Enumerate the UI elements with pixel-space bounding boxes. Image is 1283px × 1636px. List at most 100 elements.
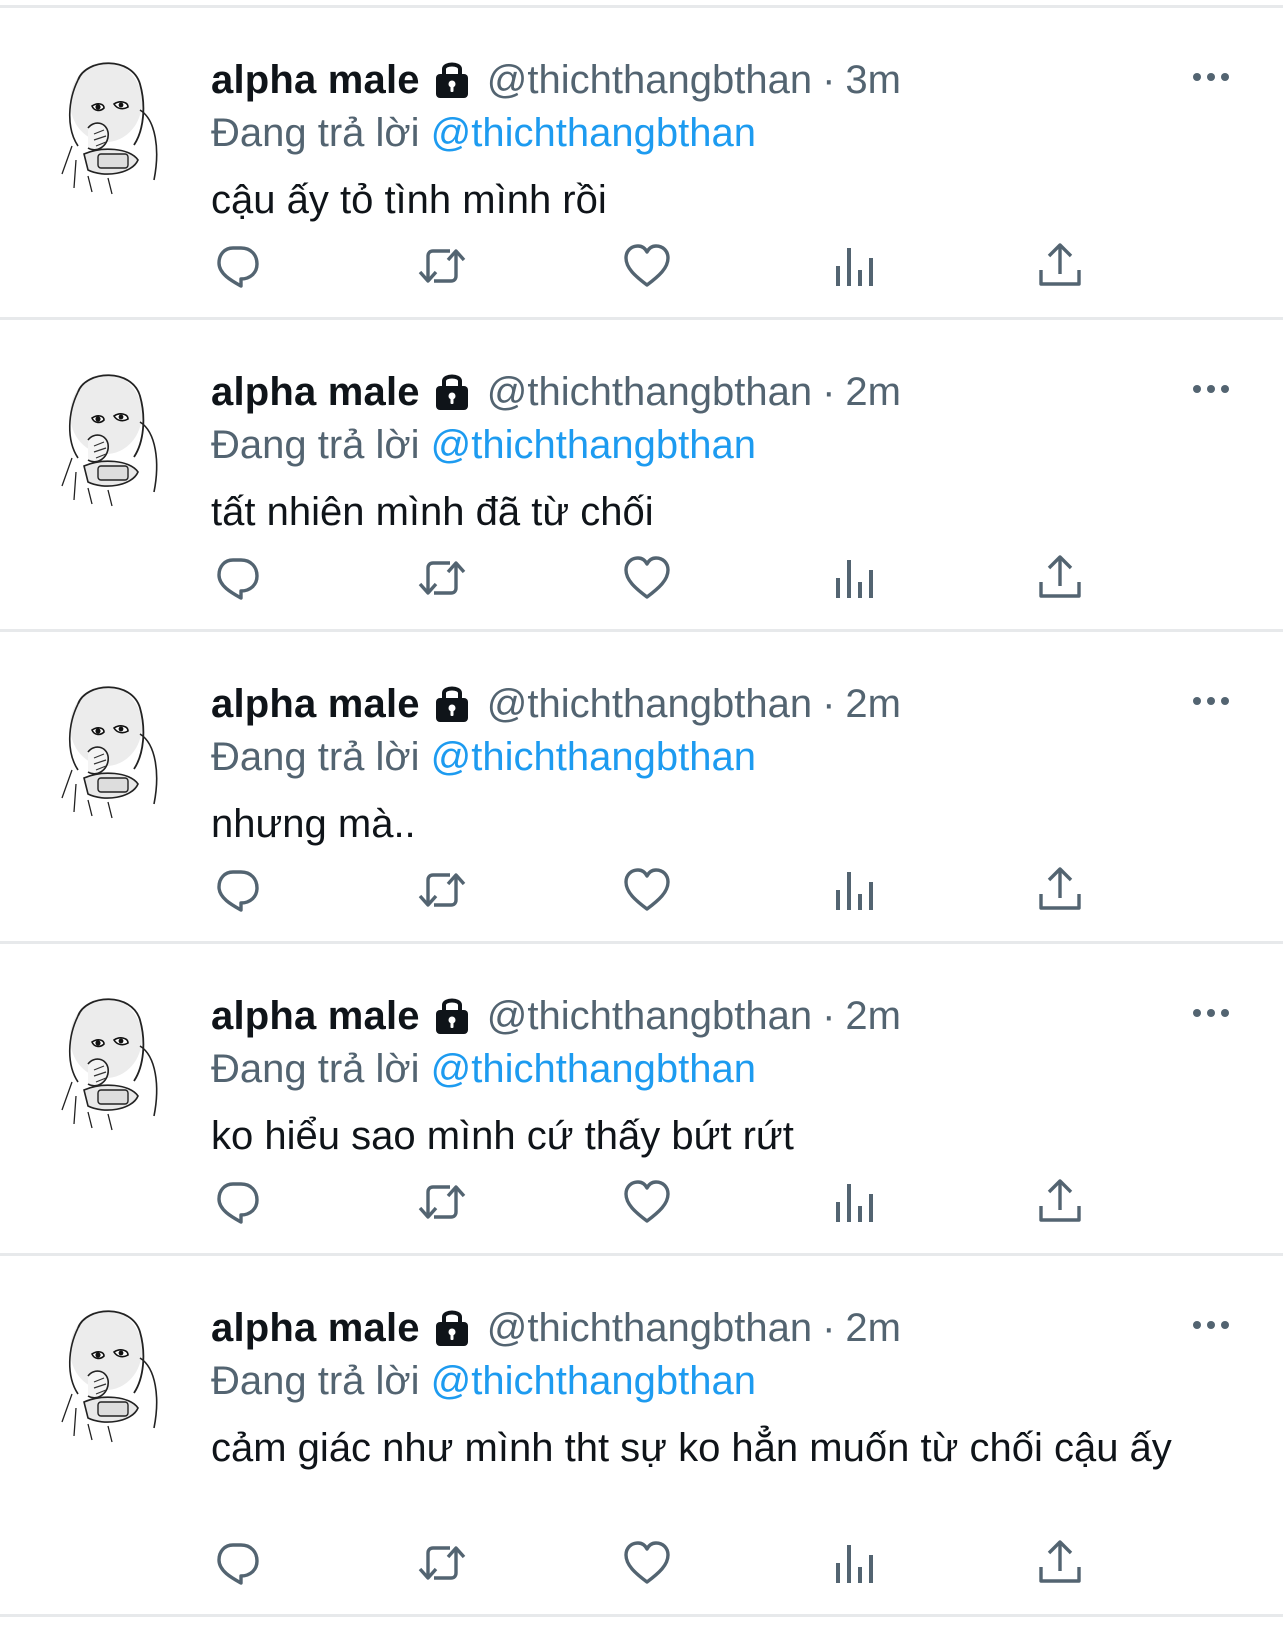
tweet-header: alpha male @thichthangbthan · 2m bbox=[211, 364, 1243, 420]
avatar[interactable] bbox=[48, 986, 180, 1134]
retweet-icon[interactable] bbox=[416, 1537, 468, 1589]
reply-thread: alpha male @thichthangbthan · 3m Đang tr… bbox=[0, 8, 1283, 1617]
timestamp[interactable]: 2m bbox=[845, 1306, 901, 1351]
avatar[interactable] bbox=[48, 1298, 180, 1446]
tweet-header: alpha male @thichthangbthan · 2m bbox=[211, 676, 1243, 732]
display-name[interactable]: alpha male bbox=[211, 994, 420, 1039]
user-handle[interactable]: @thichthangbthan bbox=[487, 682, 812, 727]
lock-icon bbox=[431, 682, 473, 726]
share-icon[interactable] bbox=[1034, 864, 1086, 916]
replying-to: Đang trả lời @thichthangbthan bbox=[211, 732, 1243, 782]
heart-icon[interactable] bbox=[621, 552, 673, 604]
display-name[interactable]: alpha male bbox=[211, 58, 420, 103]
timestamp[interactable]: 2m bbox=[845, 370, 901, 415]
separator-dot: · bbox=[822, 57, 836, 102]
user-handle[interactable]: @thichthangbthan bbox=[487, 994, 812, 1039]
timestamp[interactable]: 2m bbox=[845, 682, 901, 727]
more-icon[interactable] bbox=[1191, 1318, 1231, 1332]
timestamp[interactable]: 3m bbox=[845, 58, 901, 103]
reply-icon[interactable] bbox=[211, 1537, 263, 1589]
views-icon[interactable] bbox=[828, 864, 880, 916]
share-icon[interactable] bbox=[1034, 1537, 1086, 1589]
tweet-content: alpha male @thichthangbthan · 2m Đang tr… bbox=[211, 1300, 1243, 1472]
tweet-text: cậu ấy tỏ tình mình rồi bbox=[211, 178, 607, 222]
more-icon[interactable] bbox=[1191, 1006, 1231, 1020]
reply-icon[interactable] bbox=[211, 864, 263, 916]
replying-to: Đang trả lời @thichthangbthan bbox=[211, 1356, 1243, 1406]
tweet[interactable]: alpha male @thichthangbthan · 2m Đang tr… bbox=[0, 1256, 1283, 1617]
tweet[interactable]: alpha male @thichthangbthan · 3m Đang tr… bbox=[0, 8, 1283, 320]
replying-to-mention[interactable]: @thichthangbthan bbox=[431, 735, 756, 779]
heart-icon[interactable] bbox=[621, 1537, 673, 1589]
tweet-actions bbox=[211, 864, 1091, 916]
more-icon[interactable] bbox=[1191, 382, 1231, 396]
share-icon[interactable] bbox=[1034, 240, 1086, 292]
replying-to-label: Đang trả lời bbox=[211, 1359, 420, 1403]
avatar[interactable] bbox=[48, 362, 180, 510]
tweet-actions bbox=[211, 552, 1091, 604]
user-handle[interactable]: @thichthangbthan bbox=[487, 370, 812, 415]
more-icon[interactable] bbox=[1191, 694, 1231, 708]
views-icon[interactable] bbox=[828, 552, 880, 604]
lock-icon bbox=[431, 994, 473, 1038]
replying-to-label: Đang trả lời bbox=[211, 423, 420, 467]
avatar[interactable] bbox=[48, 674, 180, 822]
feed-top-divider bbox=[0, 0, 1283, 8]
replying-to-mention[interactable]: @thichthangbthan bbox=[431, 1047, 756, 1091]
tweet-header: alpha male @thichthangbthan · 2m bbox=[211, 988, 1243, 1044]
share-icon[interactable] bbox=[1034, 1176, 1086, 1228]
heart-icon[interactable] bbox=[621, 1176, 673, 1228]
avatar-sketch-illustration bbox=[61, 998, 158, 1131]
views-icon[interactable] bbox=[828, 240, 880, 292]
user-handle[interactable]: @thichthangbthan bbox=[487, 58, 812, 103]
separator-dot: · bbox=[822, 993, 836, 1038]
tweet[interactable]: alpha male @thichthangbthan · 2m Đang tr… bbox=[0, 632, 1283, 944]
lock-icon bbox=[431, 370, 473, 414]
avatar-sketch-illustration bbox=[61, 1310, 158, 1443]
tweet-actions bbox=[211, 1537, 1091, 1589]
retweet-icon[interactable] bbox=[416, 864, 468, 916]
tweet[interactable]: alpha male @thichthangbthan · 2m Đang tr… bbox=[0, 944, 1283, 1256]
display-name[interactable]: alpha male bbox=[211, 1306, 420, 1351]
retweet-icon[interactable] bbox=[416, 1176, 468, 1228]
replying-to-mention[interactable]: @thichthangbthan bbox=[431, 111, 756, 155]
views-icon[interactable] bbox=[828, 1537, 880, 1589]
replying-to-mention[interactable]: @thichthangbthan bbox=[431, 1359, 756, 1403]
lock-icon bbox=[431, 1306, 473, 1350]
tweet[interactable]: alpha male @thichthangbthan · 2m Đang tr… bbox=[0, 320, 1283, 632]
display-name[interactable]: alpha male bbox=[211, 370, 420, 415]
tweet-content: alpha male @thichthangbthan · 2m Đang tr… bbox=[211, 676, 1243, 848]
timestamp[interactable]: 2m bbox=[845, 994, 901, 1039]
retweet-icon[interactable] bbox=[416, 552, 468, 604]
heart-icon[interactable] bbox=[621, 240, 673, 292]
reply-icon[interactable] bbox=[211, 240, 263, 292]
replying-to: Đang trả lời @thichthangbthan bbox=[211, 1044, 1243, 1094]
more-icon[interactable] bbox=[1191, 70, 1231, 84]
tweet-header: alpha male @thichthangbthan · 3m bbox=[211, 52, 1243, 108]
reply-icon[interactable] bbox=[211, 1176, 263, 1228]
tweet-content: alpha male @thichthangbthan · 2m Đang tr… bbox=[211, 364, 1243, 536]
display-name[interactable]: alpha male bbox=[211, 682, 420, 727]
tweet-content: alpha male @thichthangbthan · 3m Đang tr… bbox=[211, 52, 1243, 224]
tweet-text: tất nhiên mình đã từ chối bbox=[211, 490, 654, 534]
separator-dot: · bbox=[822, 681, 836, 726]
avatar-sketch-illustration bbox=[61, 374, 158, 507]
user-handle[interactable]: @thichthangbthan bbox=[487, 1306, 812, 1351]
share-icon[interactable] bbox=[1034, 552, 1086, 604]
avatar-sketch-illustration bbox=[61, 62, 158, 195]
tweet-content: alpha male @thichthangbthan · 2m Đang tr… bbox=[211, 988, 1243, 1160]
lock-icon bbox=[431, 58, 473, 102]
separator-dot: · bbox=[822, 369, 836, 414]
reply-icon[interactable] bbox=[211, 552, 263, 604]
tweet-actions bbox=[211, 240, 1091, 292]
avatar[interactable] bbox=[48, 50, 180, 198]
views-icon[interactable] bbox=[828, 1176, 880, 1228]
tweet-text: cảm giác như mình tht sự ko hẳn muốn từ … bbox=[211, 1426, 1172, 1470]
retweet-icon[interactable] bbox=[416, 240, 468, 292]
tweet-text: ko hiểu sao mình cứ thấy bứt rứt bbox=[211, 1114, 794, 1158]
avatar-sketch-illustration bbox=[61, 686, 158, 819]
tweet-text: nhưng mà.. bbox=[211, 802, 416, 846]
tweet-actions bbox=[211, 1176, 1091, 1228]
replying-to-mention[interactable]: @thichthangbthan bbox=[431, 423, 756, 467]
heart-icon[interactable] bbox=[621, 864, 673, 916]
